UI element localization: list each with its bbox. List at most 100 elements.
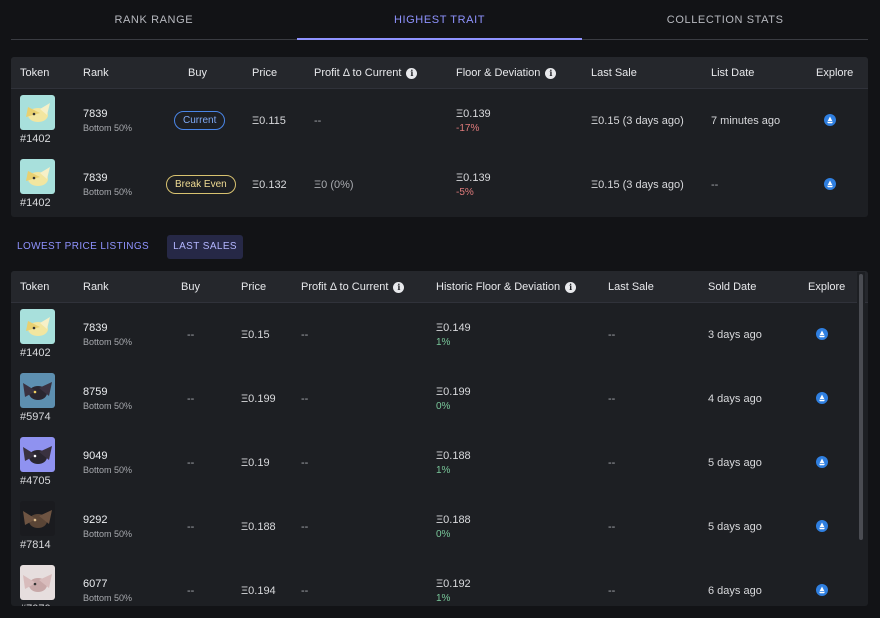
header-buy: Buy — [188, 67, 207, 79]
nft-thumbnail[interactable] — [20, 565, 55, 600]
table-row[interactable]: #1402 7839 Bottom 50% Break Even Ξ0.132 … — [11, 153, 868, 217]
tab-lowest-price-listings[interactable]: LOWEST PRICE LISTINGS — [11, 235, 155, 259]
last-sale-value: -- — [608, 457, 616, 469]
nft-thumbnail[interactable] — [20, 309, 55, 344]
rank-value: 9049 — [83, 450, 108, 462]
rank-value: 8759 — [83, 386, 108, 398]
nft-thumbnail[interactable] — [20, 159, 55, 194]
header-explore: Explore — [816, 67, 854, 79]
floor-value: Ξ0.192 — [436, 578, 471, 590]
token-id[interactable]: #5974 — [20, 411, 51, 423]
table-row[interactable]: #5974 8759 Bottom 50% -- Ξ0.199 -- Ξ0.19… — [11, 367, 868, 431]
buy-current-button[interactable]: Current — [174, 111, 226, 130]
last-sale-value: Ξ0.15 (3 days ago) — [591, 179, 684, 191]
deviation-value: -17% — [456, 123, 480, 134]
rank-value: 7839 — [83, 322, 108, 334]
buy-value: -- — [187, 521, 195, 533]
header-historic-floor-label: Historic Floor & Deviation — [436, 281, 561, 293]
info-icon[interactable]: i — [565, 281, 577, 293]
tab-highest-trait[interactable]: HIGHEST TRAIT — [296, 0, 583, 40]
rank-percentile: Bottom 50% — [83, 123, 133, 133]
opensea-explore-icon[interactable] — [816, 328, 828, 340]
token-id[interactable]: #4705 — [20, 475, 51, 487]
token-id[interactable]: #1402 — [20, 197, 51, 209]
opensea-explore-icon[interactable] — [816, 392, 828, 404]
tab-collection-stats[interactable]: COLLECTION STATS — [582, 0, 868, 39]
deviation-value: 1% — [436, 465, 451, 476]
table-row[interactable]: #1402 7839 Bottom 50% Current Ξ0.115 -- … — [11, 89, 868, 153]
header-rank: Rank — [83, 281, 109, 293]
profit-value: -- — [301, 457, 309, 469]
table-row[interactable]: #1402 7839 Bottom 50% -- Ξ0.15 -- Ξ0.149… — [11, 303, 868, 367]
floor-value: Ξ0.188 — [436, 450, 471, 462]
last-sale-value: -- — [608, 521, 616, 533]
info-icon[interactable]: i — [406, 67, 418, 79]
last-sale-value: -- — [608, 329, 616, 341]
nft-thumbnail[interactable] — [20, 501, 55, 536]
nft-thumbnail[interactable] — [20, 437, 55, 472]
header-buy: Buy — [181, 281, 200, 293]
token-id[interactable]: #1402 — [20, 133, 51, 145]
sold-date-value: 5 days ago — [708, 521, 762, 533]
list-date-value: 7 minutes ago — [711, 115, 781, 127]
nft-thumbnail[interactable] — [20, 95, 55, 130]
sold-date-value: 6 days ago — [708, 585, 762, 597]
info-icon[interactable]: i — [393, 281, 405, 293]
token-id[interactable]: #7070 — [20, 603, 51, 606]
nft-thumbnail[interactable] — [20, 373, 55, 408]
sold-date-value: 4 days ago — [708, 393, 762, 405]
price-value: Ξ0.115 — [252, 115, 286, 127]
rank-value: 7839 — [83, 108, 108, 120]
table-row[interactable]: #7070 6077 Bottom 50% -- Ξ0.194 -- Ξ0.19… — [11, 559, 868, 606]
opensea-explore-icon[interactable] — [816, 584, 828, 596]
profit-value: -- — [301, 585, 309, 597]
header-profit-label: Profit Δ to Current — [301, 281, 389, 293]
profit-value: -- — [301, 329, 309, 341]
scrollbar-thumb[interactable] — [859, 274, 863, 540]
price-value: Ξ0.194 — [241, 585, 276, 597]
sold-date-value: 3 days ago — [708, 329, 762, 341]
info-icon[interactable]: i — [545, 67, 557, 79]
rank-percentile: Bottom 50% — [83, 337, 133, 347]
token-id[interactable]: #7814 — [20, 539, 51, 551]
floor-value: Ξ0.199 — [436, 386, 471, 398]
rank-percentile: Bottom 50% — [83, 187, 133, 197]
header-profit: Profit Δ to Current i — [301, 281, 405, 293]
deviation-value: 0% — [436, 529, 451, 540]
tab-rank-range[interactable]: RANK RANGE — [11, 0, 297, 39]
top-tab-bar: RANK RANGE HIGHEST TRAIT COLLECTION STAT… — [11, 0, 868, 40]
floor-value: Ξ0.139 — [456, 108, 491, 120]
opensea-explore-icon[interactable] — [816, 520, 828, 532]
table-row[interactable]: #4705 9049 Bottom 50% -- Ξ0.19 -- Ξ0.188… — [11, 431, 868, 495]
header-last-sale: Last Sale — [591, 67, 637, 79]
header-profit: Profit Δ to Current i — [314, 67, 418, 79]
last-sales-table: Token Rank Buy Price Profit Δ to Current… — [11, 271, 868, 606]
header-profit-label: Profit Δ to Current — [314, 67, 402, 79]
opensea-explore-icon[interactable] — [824, 178, 836, 190]
table-row[interactable]: #7814 9292 Bottom 50% -- Ξ0.188 -- Ξ0.18… — [11, 495, 868, 559]
header-sold-date: Sold Date — [708, 281, 757, 293]
header-floor: Floor & Deviation i — [456, 67, 557, 79]
profit-value: -- — [301, 521, 309, 533]
rank-value: 9292 — [83, 514, 108, 526]
header-explore: Explore — [808, 281, 846, 293]
tab-last-sales[interactable]: LAST SALES — [167, 235, 243, 259]
header-token: Token — [20, 281, 50, 293]
rank-value: 7839 — [83, 172, 108, 184]
header-price: Price — [252, 67, 278, 79]
sold-date-value: 5 days ago — [708, 457, 762, 469]
header-token: Token — [20, 67, 50, 79]
price-value: Ξ0.15 — [241, 329, 270, 341]
opensea-explore-icon[interactable] — [816, 456, 828, 468]
buy-break-even-button[interactable]: Break Even — [166, 175, 236, 194]
listing-subtab-bar: LOWEST PRICE LISTINGS LAST SALES — [11, 235, 255, 259]
rank-percentile: Bottom 50% — [83, 465, 133, 475]
token-id[interactable]: #1402 — [20, 347, 51, 359]
opensea-explore-icon[interactable] — [824, 114, 836, 126]
price-value: Ξ0.19 — [241, 457, 270, 469]
deviation-value: 1% — [436, 593, 451, 604]
deviation-value: -5% — [456, 187, 474, 198]
floor-value: Ξ0.188 — [436, 514, 471, 526]
header-rank: Rank — [83, 67, 109, 79]
rank-percentile: Bottom 50% — [83, 401, 133, 411]
